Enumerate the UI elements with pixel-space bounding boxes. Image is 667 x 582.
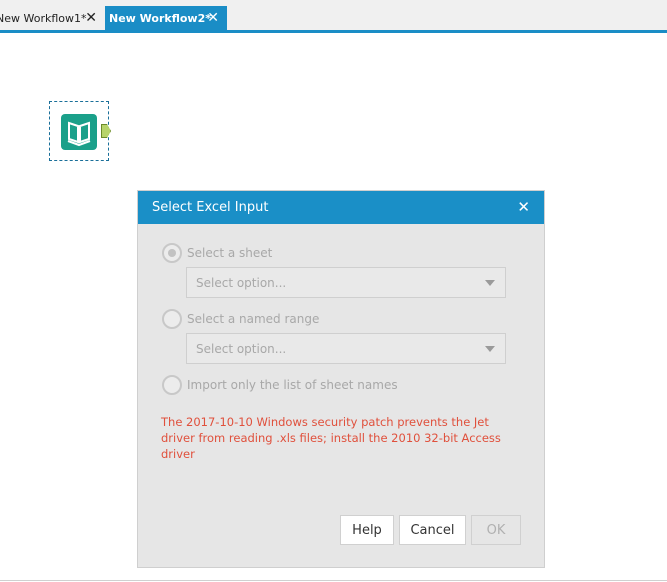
help-button[interactable]: Help [340,515,394,545]
output-anchor-icon[interactable] [101,124,111,138]
dialog-title: Select Excel Input [152,200,269,215]
tab-new-workflow2[interactable]: New Workflow2* ✕ [105,6,227,30]
radio-circle[interactable] [162,309,182,329]
cancel-button[interactable]: Cancel [399,515,466,545]
sheet-dropdown[interactable]: Select option... [186,267,506,298]
radio-circle[interactable] [162,375,182,395]
tab-new-workflow1[interactable]: New Workflow1* ✕ [0,6,105,30]
radio-select-sheet[interactable]: Select a sheet [162,243,272,263]
ok-button[interactable]: OK [471,515,521,545]
warning-message: The 2017-10-10 Windows security patch pr… [161,415,501,461]
book-icon [61,114,97,150]
input-data-tool[interactable] [49,101,109,161]
radio-label: Select a named range [187,312,320,326]
close-icon[interactable]: ✕ [85,10,97,26]
tab-label: New Workflow2* [109,11,211,25]
divider [0,580,667,581]
tab-bar: New Workflow1* ✕ New Workflow2* ✕ [0,0,667,33]
dialog-header: Select Excel Input ✕ [138,191,544,224]
chevron-down-icon [485,280,495,286]
named-range-dropdown[interactable]: Select option... [186,333,506,364]
radio-label: Select a sheet [187,246,273,260]
close-icon[interactable]: ✕ [517,198,530,216]
radio-label: Import only the list of sheet names [187,378,398,392]
tab-label: New Workflow1* [0,11,87,25]
select-excel-input-dialog: Select Excel Input ✕ Select a sheet Sele… [137,190,545,568]
chevron-down-icon [485,346,495,352]
close-icon[interactable]: ✕ [207,10,219,26]
dropdown-placeholder: Select option... [196,275,287,290]
dropdown-placeholder: Select option... [196,341,287,356]
radio-named-range[interactable]: Select a named range [162,309,319,329]
radio-circle[interactable] [162,243,182,263]
radio-sheet-names[interactable]: Import only the list of sheet names [162,375,398,395]
